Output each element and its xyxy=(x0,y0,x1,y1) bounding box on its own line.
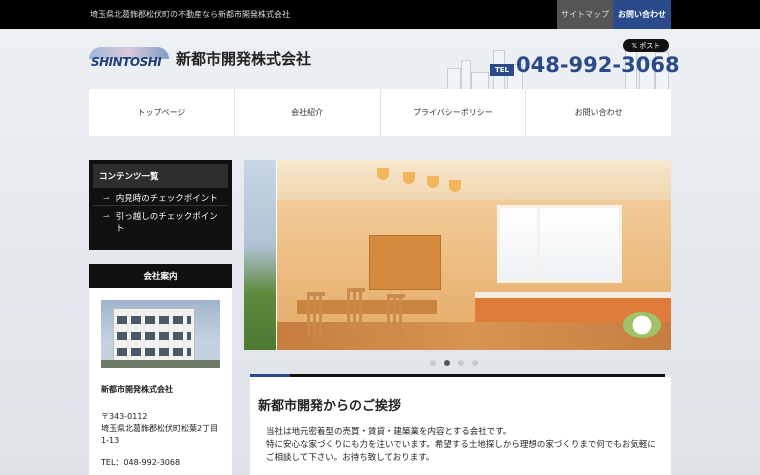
arrow-right-icon: ⇀ xyxy=(103,212,110,222)
x-post-label: ポスト xyxy=(639,41,661,50)
sidebar-contents-title: コンテンツ一覧 xyxy=(93,164,228,188)
greeting-body-line2: 特に安心な家づくりにも力を注いでいます。希望する土地探しから理想の家づくりまで何… xyxy=(266,440,656,464)
nav-item-privacy[interactable]: プライバシーポリシー xyxy=(381,89,527,136)
nav-item-top[interactable]: トップページ xyxy=(89,89,235,136)
logo-text: SHINTOSHI xyxy=(91,55,162,69)
tel-label: TEL xyxy=(490,64,514,76)
contact-link-top[interactable]: お問い合わせ xyxy=(613,0,671,29)
sidebar-item-label: 内見時のチェックポイント xyxy=(115,194,218,204)
slider-pagination xyxy=(430,360,478,366)
greeting-section: 新都市開発からのご挨拶 当社は地元密着型の売買・賃貸・建築業を内容とする会社です… xyxy=(250,377,671,475)
slider-dot[interactable] xyxy=(472,360,478,366)
slider-dot-active[interactable] xyxy=(444,360,450,366)
site-tagline: 埼玉県北葛飾郡松伏町の不動産なら新都市開発株式会社 xyxy=(90,10,290,19)
x-post-button[interactable]: 𝕏 ポスト xyxy=(623,39,669,52)
nav-item-company[interactable]: 会社紹介 xyxy=(235,89,381,136)
company-name-heading: 新都市開発株式会社 xyxy=(176,50,312,68)
slide-image-kitchen xyxy=(277,160,671,350)
greeting-title: 新都市開発からのご挨拶 xyxy=(258,399,402,414)
arrow-right-icon: ⇀ xyxy=(103,194,110,203)
x-logo-icon: 𝕏 xyxy=(631,41,638,50)
sidebar-company-name: 新都市開発株式会社 xyxy=(101,385,173,394)
sidebar-company-info: 新都市開発株式会社 〒343-0112 埼玉県北葛飾郡松伏町松葉2丁目1-13 … xyxy=(89,288,232,475)
greeting-body-line1: 当社は地元密着型の売買・賃貸・建築業を内容とする会社です。 xyxy=(266,427,512,437)
slider-dot[interactable] xyxy=(458,360,464,366)
sidebar-item-moving-checkpoints[interactable]: ⇀ 引っ越しのチェックポイント xyxy=(93,205,228,235)
slider-dot[interactable] xyxy=(430,360,436,366)
company-building-photo xyxy=(101,300,220,368)
previous-slide-peek xyxy=(244,160,276,350)
address: 埼玉県北葛飾郡松伏町松葉2丁目1-13 xyxy=(101,424,219,445)
company-logo[interactable]: SHINTOSHI xyxy=(89,47,169,69)
sidebar-contents-menu: コンテンツ一覧 ⇀ 内見時のチェックポイント ⇀ 引っ越しのチェックポイント xyxy=(89,160,232,250)
sidebar-item-viewing-checkpoints[interactable]: ⇀ 内見時のチェックポイント xyxy=(93,188,228,205)
sidebar-item-label: 引っ越しのチェックポイント xyxy=(115,212,218,234)
sidebar-company-title: 会社案内 xyxy=(89,264,232,288)
sitemap-link[interactable]: サイトマップ xyxy=(557,0,613,29)
phone-number[interactable]: 048-992-3068 xyxy=(516,53,680,77)
global-nav: トップページ 会社紹介 プライバシーポリシー お問い合わせ xyxy=(89,89,671,136)
sidebar-tel: TEL：048-992-3068 xyxy=(101,458,181,467)
postal-code: 〒343-0112 xyxy=(101,412,148,421)
hero-slider[interactable] xyxy=(244,160,671,350)
nav-item-contact[interactable]: お問い合わせ xyxy=(526,89,671,136)
top-bar: 埼玉県北葛飾郡松伏町の不動産なら新都市開発株式会社 サイトマップ お問い合わせ xyxy=(0,0,760,29)
